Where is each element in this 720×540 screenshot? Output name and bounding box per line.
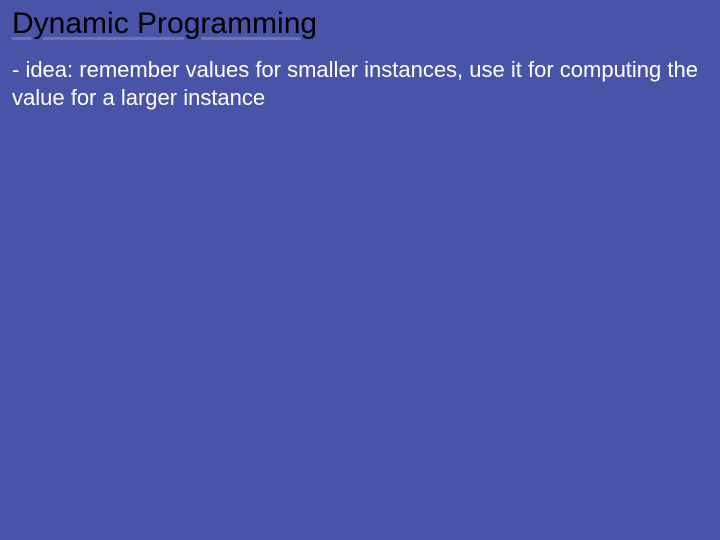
- slide-body-text: - idea: remember values for smaller inst…: [12, 56, 708, 111]
- slide: Dynamic Programming - idea: remember val…: [0, 0, 720, 540]
- slide-title: Dynamic Programming: [12, 6, 317, 42]
